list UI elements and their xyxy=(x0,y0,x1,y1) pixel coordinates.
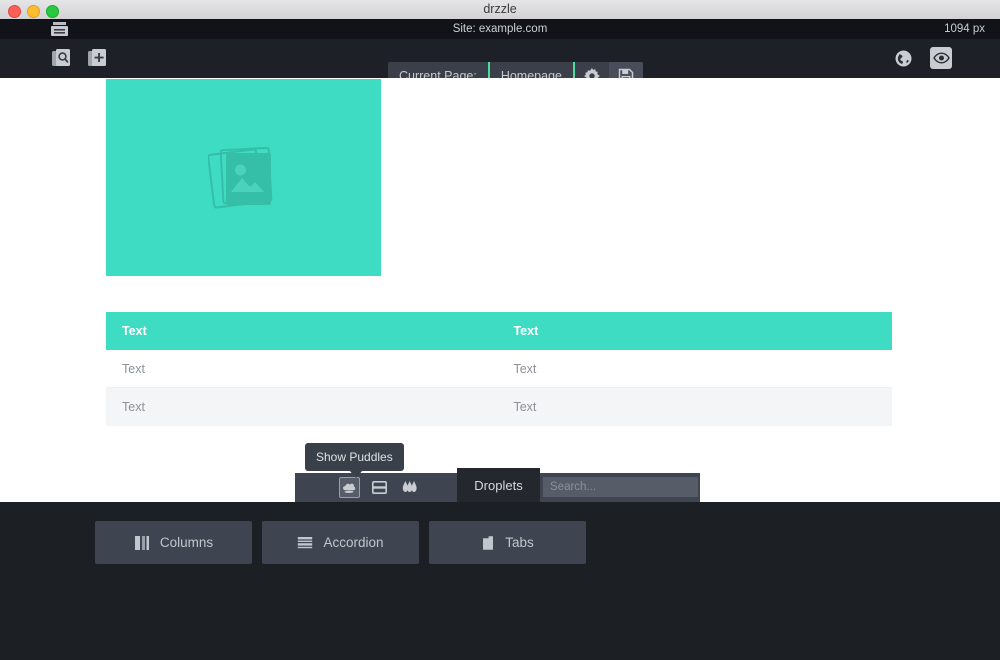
toolbar-right-group xyxy=(892,47,952,69)
title-bar: drzzle xyxy=(0,0,1000,20)
add-page-icon[interactable] xyxy=(86,47,108,69)
search-input[interactable] xyxy=(543,477,698,497)
tooltip: Show Puddles xyxy=(305,443,404,478)
inspect-page-icon[interactable] xyxy=(50,47,72,69)
table-cell: Text xyxy=(513,400,537,414)
table-cell: Text xyxy=(513,361,537,376)
table-header-cell: Text xyxy=(513,324,539,338)
page-canvas: Text Text Text Text Text Text xyxy=(0,78,1000,502)
app-title: drzzle xyxy=(483,2,517,16)
panel-view-icons xyxy=(339,477,420,498)
tooltip-label: Show Puddles xyxy=(316,450,393,464)
table-cell: Text xyxy=(122,361,145,376)
droplet-button-list: Columns Accordion Tabs xyxy=(95,521,586,564)
tab-droplets[interactable]: Droplets xyxy=(457,468,540,502)
droplet-tabs-label: Tabs xyxy=(505,535,534,550)
content-table: Text Text Text Text Text Text xyxy=(106,312,892,426)
droplet-tabs-button[interactable]: Tabs xyxy=(429,521,586,564)
viewport-size-label: 1094 px xyxy=(944,23,985,35)
split-rows-icon[interactable] xyxy=(369,477,390,498)
toolbar-left-group xyxy=(50,47,108,69)
app-window: drzzle Site: example.com 1094 px Current… xyxy=(0,0,1000,660)
table-row[interactable]: Text Text xyxy=(106,350,892,388)
eye-icon[interactable] xyxy=(930,47,952,69)
droplet-accordion-button[interactable]: Accordion xyxy=(262,521,419,564)
droplet-columns-label: Columns xyxy=(159,535,214,550)
globe-icon[interactable] xyxy=(892,47,914,69)
hero-image-placeholder[interactable] xyxy=(106,79,381,276)
site-bar: Site: example.com 1094 px xyxy=(0,19,1000,39)
table-row[interactable]: Text Text xyxy=(106,388,892,426)
puddles-icon[interactable] xyxy=(339,477,360,498)
tooltip-arrow xyxy=(349,470,363,478)
table-header-cell: Text xyxy=(122,324,147,338)
table-header-row: Text Text xyxy=(106,312,892,350)
columns-icon xyxy=(134,535,150,551)
droplet-accordion-label: Accordion xyxy=(323,535,384,550)
droplets-icon[interactable] xyxy=(399,477,420,498)
table-cell: Text xyxy=(122,400,145,414)
image-placeholder-icon xyxy=(207,144,280,212)
main-toolbar: Current Page: Homepage xyxy=(0,39,1000,89)
tab-droplets-label: Droplets xyxy=(474,477,523,493)
droplets-panel: Columns Accordion Tabs xyxy=(0,502,1000,660)
site-name-label: Site: example.com xyxy=(452,23,548,35)
accordion-icon xyxy=(297,535,313,551)
droplet-columns-button[interactable]: Columns xyxy=(95,521,252,564)
tabs-icon xyxy=(481,535,495,551)
